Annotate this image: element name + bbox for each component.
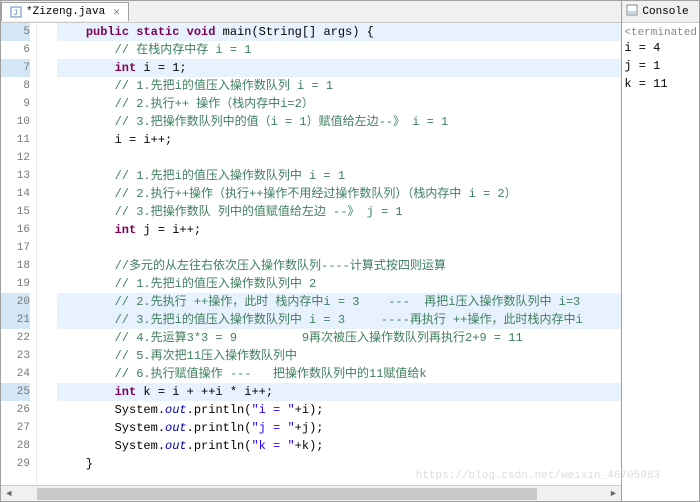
- console-output: i = 4j = 1k = 11: [624, 39, 697, 93]
- line-number: 18: [1, 257, 30, 275]
- console-line: i = 4: [624, 39, 697, 57]
- scroll-right-icon[interactable]: ►: [605, 486, 621, 502]
- code-line[interactable]: // 6.执行赋值操作 --- 把操作数队列中的11赋值给k: [57, 365, 621, 383]
- code-area[interactable]: public static void main(String[] args) {…: [37, 23, 621, 485]
- code-line[interactable]: // 2.执行++操作（执行++操作不用经过操作数队列）（栈内存中 i = 2）: [57, 185, 621, 203]
- console-body: <terminated i = 4j = 1k = 11: [622, 23, 699, 501]
- line-number: 13: [1, 167, 30, 185]
- code-line[interactable]: // 1.先把i的值压入操作数队列中 i = 1: [57, 167, 621, 185]
- code-line[interactable]: int j = i++;: [57, 221, 621, 239]
- line-number: 25: [1, 383, 30, 401]
- console-line: k = 11: [624, 75, 697, 93]
- line-number: 15: [1, 203, 30, 221]
- code-line[interactable]: // 4.先运算3*3 = 9 9再次被压入操作数队列再执行2+9 = 11: [57, 329, 621, 347]
- code-line[interactable]: [57, 239, 621, 257]
- tab-bar: J *Zizeng.java ✕: [1, 1, 621, 23]
- code-line[interactable]: // 2.执行++ 操作（栈内存中i=2）: [57, 95, 621, 113]
- line-number: 8: [1, 77, 30, 95]
- line-number: 17: [1, 239, 30, 257]
- console-tab[interactable]: Console: [622, 1, 699, 23]
- line-number: 26: [1, 401, 30, 419]
- line-number: 11: [1, 131, 30, 149]
- line-number: 23: [1, 347, 30, 365]
- code-line[interactable]: System.out.println("k = "+k);: [57, 437, 621, 455]
- line-number: 5: [1, 23, 30, 41]
- line-number: 9: [1, 95, 30, 113]
- code-line[interactable]: [57, 149, 621, 167]
- file-tab[interactable]: J *Zizeng.java ✕: [1, 2, 129, 21]
- code-line[interactable]: i = i++;: [57, 131, 621, 149]
- java-file-icon: J: [10, 6, 22, 18]
- editor-panel: J *Zizeng.java ✕ 56789101112131415161718…: [0, 0, 622, 502]
- code-container: 5678910111213141516171819202122232425262…: [1, 23, 621, 485]
- scroll-left-icon[interactable]: ◄: [1, 486, 17, 502]
- tab-title: *Zizeng.java: [26, 6, 105, 18]
- line-number: 12: [1, 149, 30, 167]
- line-number: 16: [1, 221, 30, 239]
- console-panel: Console <terminated i = 4j = 1k = 11: [622, 0, 700, 502]
- console-line: j = 1: [624, 57, 697, 75]
- line-number: 14: [1, 185, 30, 203]
- code-line[interactable]: System.out.println("j = "+j);: [57, 419, 621, 437]
- line-number: 28: [1, 437, 30, 455]
- code-line[interactable]: // 5.再次把11压入操作数队列中: [57, 347, 621, 365]
- code-line[interactable]: // 3.把操作数队列中的值（i = 1）赋值给左边--》 i = 1: [57, 113, 621, 131]
- console-icon: [626, 4, 638, 20]
- line-number: 27: [1, 419, 30, 437]
- line-number: 7: [1, 59, 30, 77]
- code-line[interactable]: //多元的从左往右依次压入操作数队列----计算式按四则运算: [57, 257, 621, 275]
- line-number: 20: [1, 293, 30, 311]
- code-line[interactable]: System.out.println("i = "+i);: [57, 401, 621, 419]
- line-number: 29: [1, 455, 30, 473]
- line-number-gutter: 5678910111213141516171819202122232425262…: [1, 23, 37, 485]
- code-line[interactable]: int k = i + ++i * i++;: [57, 383, 621, 401]
- line-number: 22: [1, 329, 30, 347]
- line-number: 10: [1, 113, 30, 131]
- close-icon[interactable]: ✕: [113, 5, 120, 19]
- code-line[interactable]: // 在栈内存中存 i = 1: [57, 41, 621, 59]
- code-line[interactable]: // 3.把操作数队 列中的值赋值给左边 --》 j = 1: [57, 203, 621, 221]
- line-number: 6: [1, 41, 30, 59]
- code-line[interactable]: public static void main(String[] args) {: [57, 23, 621, 41]
- terminated-label: <terminated: [624, 27, 697, 39]
- line-number: 19: [1, 275, 30, 293]
- line-number: 21: [1, 311, 30, 329]
- svg-text:J: J: [13, 9, 18, 18]
- line-number: 24: [1, 365, 30, 383]
- console-label: Console: [642, 6, 688, 18]
- code-line[interactable]: // 3.先把i的值压入操作数队列中 i = 3 ----再执行 ++操作，此时…: [57, 311, 621, 329]
- code-line[interactable]: int i = 1;: [57, 59, 621, 77]
- code-line[interactable]: }: [57, 455, 621, 473]
- code-line[interactable]: // 2.先执行 ++操作，此时 栈内存中i = 3 --- 再把i压入操作数队…: [57, 293, 621, 311]
- horizontal-scrollbar[interactable]: ◄ ►: [1, 485, 621, 501]
- code-line[interactable]: // 1.先把i的值压入操作数队列中 2: [57, 275, 621, 293]
- scroll-thumb[interactable]: [37, 488, 537, 500]
- code-line[interactable]: // 1.先把i的值压入操作数队列 i = 1: [57, 77, 621, 95]
